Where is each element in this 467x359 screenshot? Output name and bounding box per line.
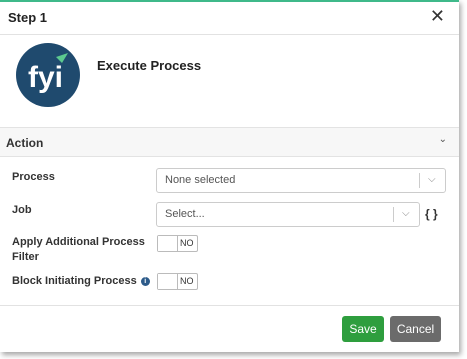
- chevron-down-icon[interactable]: ⌵: [428, 174, 436, 185]
- process-select-value: None selected: [165, 174, 236, 186]
- step-dialog: Step 1 ✕ fyi Execute Process Action ⌄ Pr…: [0, 0, 459, 352]
- process-select[interactable]: None selected ⌵: [156, 168, 446, 193]
- job-select-placeholder: Select...: [165, 208, 205, 220]
- section-title: Action: [6, 136, 44, 150]
- dialog-header: Step 1 ✕: [0, 2, 459, 35]
- cancel-button[interactable]: Cancel: [390, 316, 441, 342]
- block-label: Block Initiating Process i: [12, 274, 150, 289]
- block-label-text: Block Initiating Process: [12, 275, 137, 287]
- toggle-state: NO: [180, 238, 194, 248]
- toggle-knob: [158, 236, 178, 251]
- job-label: Job: [12, 204, 32, 216]
- apply-filter-label-line1: Apply Additional Process: [12, 236, 145, 248]
- process-label: Process: [12, 171, 55, 183]
- toggle-state: NO: [180, 276, 194, 286]
- select-divider: [419, 173, 420, 188]
- footer-divider: [0, 305, 459, 306]
- apply-filter-toggle[interactable]: NO: [157, 235, 198, 252]
- apply-filter-label-line2: Filter: [12, 251, 39, 263]
- chevron-down-icon[interactable]: ⌄: [439, 134, 447, 145]
- dialog-title: Step 1: [8, 10, 48, 25]
- chevron-down-icon[interactable]: ⌵: [402, 208, 410, 219]
- job-select[interactable]: Select... ⌵: [156, 202, 420, 227]
- fyi-logo: fyi: [16, 43, 80, 107]
- close-icon[interactable]: ✕: [430, 6, 445, 26]
- braces-icon[interactable]: { }: [425, 207, 438, 221]
- app-title: Execute Process: [97, 58, 202, 73]
- apply-filter-label: Apply Additional Process Filter: [12, 235, 145, 265]
- block-process-toggle[interactable]: NO: [157, 273, 198, 290]
- info-icon[interactable]: i: [140, 277, 150, 286]
- select-divider: [393, 207, 394, 222]
- svg-text:fyi: fyi: [28, 61, 63, 94]
- toggle-knob: [158, 274, 178, 289]
- action-section-header[interactable]: Action ⌄: [0, 127, 459, 157]
- save-button[interactable]: Save: [342, 316, 384, 342]
